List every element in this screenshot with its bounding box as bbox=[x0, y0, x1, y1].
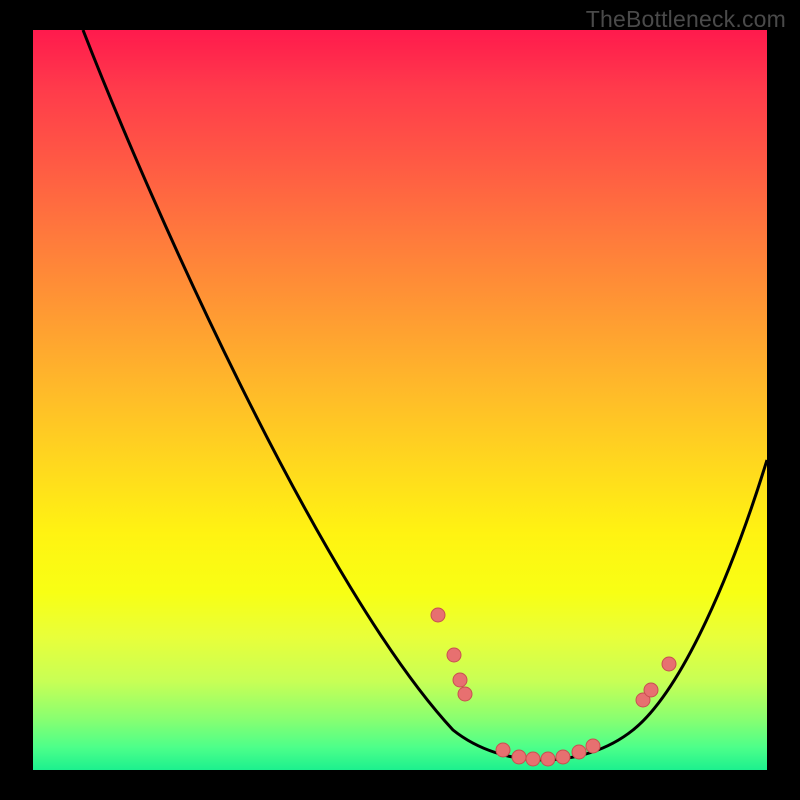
curve-marker bbox=[586, 739, 600, 753]
chart-plot-area bbox=[33, 30, 767, 770]
curve-marker bbox=[496, 743, 510, 757]
curve-marker bbox=[662, 657, 676, 671]
bottleneck-curve-path bbox=[83, 30, 767, 760]
marker-group bbox=[431, 608, 676, 766]
bottleneck-curve-svg bbox=[33, 30, 767, 770]
curve-marker bbox=[512, 750, 526, 764]
curve-marker bbox=[453, 673, 467, 687]
curve-marker bbox=[572, 745, 586, 759]
watermark-text: TheBottleneck.com bbox=[586, 6, 786, 33]
curve-marker bbox=[644, 683, 658, 697]
curve-marker bbox=[556, 750, 570, 764]
curve-marker bbox=[431, 608, 445, 622]
curve-marker bbox=[526, 752, 540, 766]
curve-marker bbox=[458, 687, 472, 701]
curve-marker bbox=[447, 648, 461, 662]
curve-marker bbox=[541, 752, 555, 766]
